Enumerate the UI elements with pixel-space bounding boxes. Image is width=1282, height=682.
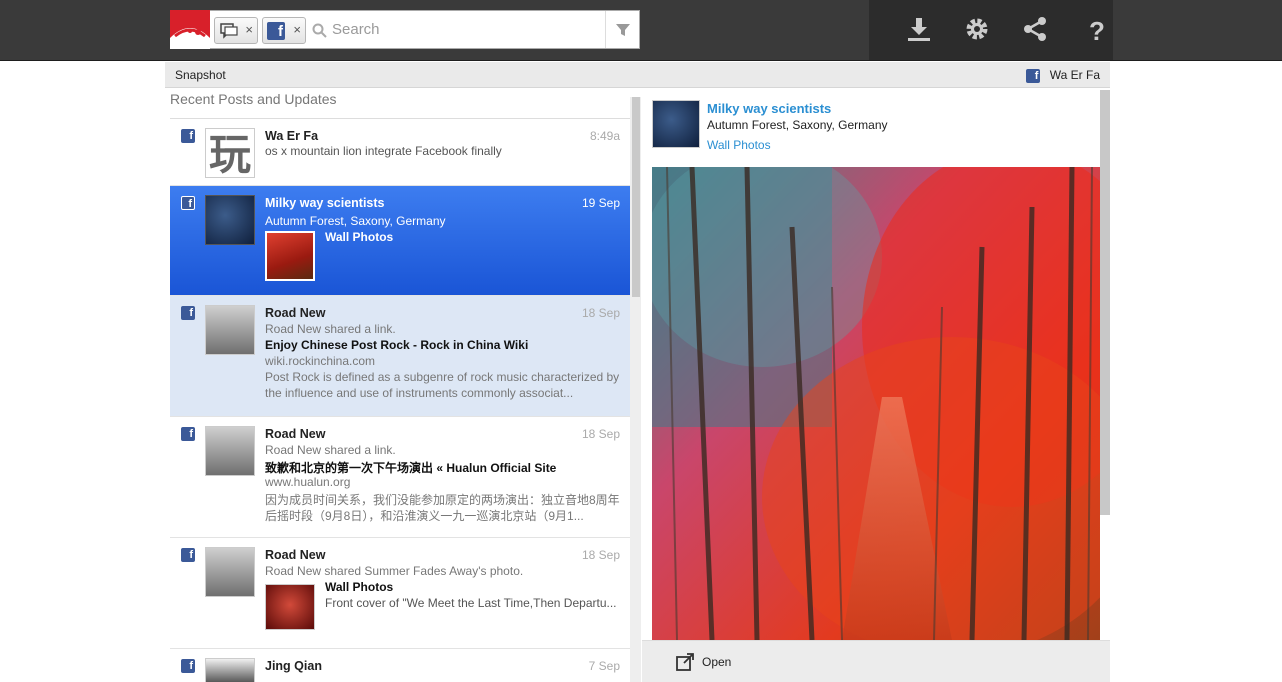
snapshot-user-name: Wa Er Fa xyxy=(1049,68,1100,82)
top-toolbar: × f × Search ? xyxy=(0,0,1282,61)
filter-button[interactable] xyxy=(605,11,639,48)
facebook-icon: f xyxy=(181,659,195,673)
link-description: the influence and use of instruments com… xyxy=(265,386,574,400)
open-external-icon[interactable] xyxy=(676,653,694,671)
feed-post[interactable]: f Road New 18 Sep Road New shared a link… xyxy=(170,296,630,417)
svg-text:?: ? xyxy=(1089,16,1105,44)
attachment-title[interactable]: Wall Photos xyxy=(325,580,545,594)
post-author[interactable]: Milky way scientists xyxy=(265,196,385,210)
post-text: Road New shared a link. xyxy=(265,322,396,336)
remove-chip-icon[interactable]: × xyxy=(293,22,301,37)
avatar xyxy=(205,658,255,682)
post-author[interactable]: Wa Er Fa xyxy=(265,129,318,143)
post-author[interactable]: Road New xyxy=(265,548,325,562)
post-time: 18 Sep xyxy=(581,427,620,441)
feed-post[interactable]: f Road New 18 Sep Road New shared a link… xyxy=(170,417,630,538)
open-bar: Open xyxy=(642,640,1110,682)
detail-avatar xyxy=(652,100,700,148)
download-icon[interactable] xyxy=(904,14,934,44)
link-title[interactable]: 致歉和北京的第一次下午场演出 « Hualun Official Site xyxy=(265,459,625,476)
feed-post[interactable]: f Road New 18 Sep Road New shared Summer… xyxy=(170,538,630,649)
search-input[interactable]: Search xyxy=(332,21,380,38)
toolbar-actions: ? xyxy=(869,0,1113,60)
remove-chip-icon[interactable]: × xyxy=(245,22,253,37)
link-description: 因为成员时间关系，我们没能参加原定的两场演出：独立音地8周年 xyxy=(265,493,620,507)
link-title[interactable]: Enjoy Chinese Post Rock - Rock in China … xyxy=(265,338,625,352)
feed-list: Recent Posts and Updates f 玩 Wa Er Fa 8:… xyxy=(170,88,630,682)
attachment-description: Front cover of "We Meet the Last Time,Th… xyxy=(325,596,617,610)
avatar-glyph: 玩 xyxy=(208,131,251,178)
avatar xyxy=(205,305,255,355)
filter-chip-stream[interactable]: × xyxy=(214,17,258,44)
facebook-icon: f xyxy=(181,196,195,210)
attachment-thumbnail[interactable] xyxy=(265,584,315,630)
facebook-icon: f xyxy=(181,129,195,143)
avatar xyxy=(205,547,255,597)
detail-location: Autumn Forest, Saxony, Germany xyxy=(707,118,888,132)
gear-icon[interactable] xyxy=(962,14,992,44)
snapshot-label: Snapshot xyxy=(175,68,226,82)
feed-post[interactable]: f Jing Qian 7 Sep xyxy=(170,649,630,682)
feed-scrollbar-thumb[interactable] xyxy=(632,97,640,297)
snapshot-user[interactable]: f Wa Er Fa xyxy=(1026,68,1100,83)
detail-album-link[interactable]: Wall Photos xyxy=(707,138,771,152)
forest-photo-image xyxy=(652,167,1100,640)
share-icon[interactable] xyxy=(1020,14,1050,44)
attachment-thumbnail[interactable] xyxy=(265,231,315,281)
post-author[interactable]: Road New xyxy=(265,427,325,441)
detail-scrollbar[interactable] xyxy=(1100,90,1110,515)
snapshot-bar: Snapshot f Wa Er Fa xyxy=(165,62,1110,88)
open-button[interactable]: Open xyxy=(702,655,731,669)
feed-post-selected[interactable]: f Milky way scientists 19 Sep Autumn For… xyxy=(170,186,630,296)
link-domain: wiki.rockinchina.com xyxy=(265,354,376,368)
post-text: Road New shared Summer Fades Away's phot… xyxy=(265,564,524,578)
funnel-icon xyxy=(616,24,630,36)
app-logo[interactable] xyxy=(170,10,210,49)
avatar: 玩 xyxy=(205,128,255,178)
facebook-icon: f xyxy=(181,427,195,441)
post-time: 18 Sep xyxy=(581,306,620,320)
link-description: 后摇时段（9月8日），和沿淮演义一九一巡演北京站（9月1... xyxy=(265,509,584,523)
post-text: Road New shared a link. xyxy=(265,443,396,457)
link-description: Post Rock is defined as a subgenre of ro… xyxy=(265,370,620,384)
search-bar[interactable]: × f × Search xyxy=(210,10,640,49)
feed-post[interactable]: f 玩 Wa Er Fa 8:49a os x mountain lion in… xyxy=(170,119,630,186)
facebook-icon: f xyxy=(1026,69,1041,83)
post-time: 8:49a xyxy=(589,129,620,143)
post-time: 7 Sep xyxy=(588,659,620,673)
feed-heading: Recent Posts and Updates xyxy=(170,91,337,107)
avatar xyxy=(205,195,255,245)
post-author[interactable]: Jing Qian xyxy=(265,659,322,673)
post-text: Autumn Forest, Saxony, Germany xyxy=(265,214,446,228)
detail-photo[interactable] xyxy=(652,167,1100,640)
app-logo-icon xyxy=(170,28,210,49)
detail-author[interactable]: Milky way scientists xyxy=(707,101,831,116)
facebook-icon: f xyxy=(267,22,285,40)
post-time: 19 Sep xyxy=(581,196,620,210)
attachment-title[interactable]: Wall Photos xyxy=(325,230,525,244)
post-time: 18 Sep xyxy=(581,548,620,562)
facebook-icon: f xyxy=(181,548,195,562)
post-text: os x mountain lion integrate Facebook fi… xyxy=(265,144,502,158)
filter-chip-facebook[interactable]: f × xyxy=(262,17,306,44)
chat-stream-icon xyxy=(220,23,238,39)
avatar xyxy=(205,426,255,476)
link-domain: www.hualun.org xyxy=(265,475,351,489)
facebook-icon: f xyxy=(181,306,195,320)
post-author[interactable]: Road New xyxy=(265,306,325,320)
search-icon xyxy=(312,23,327,38)
detail-pane: Milky way scientists Autumn Forest, Saxo… xyxy=(642,90,1110,682)
help-icon[interactable]: ? xyxy=(1081,14,1111,44)
